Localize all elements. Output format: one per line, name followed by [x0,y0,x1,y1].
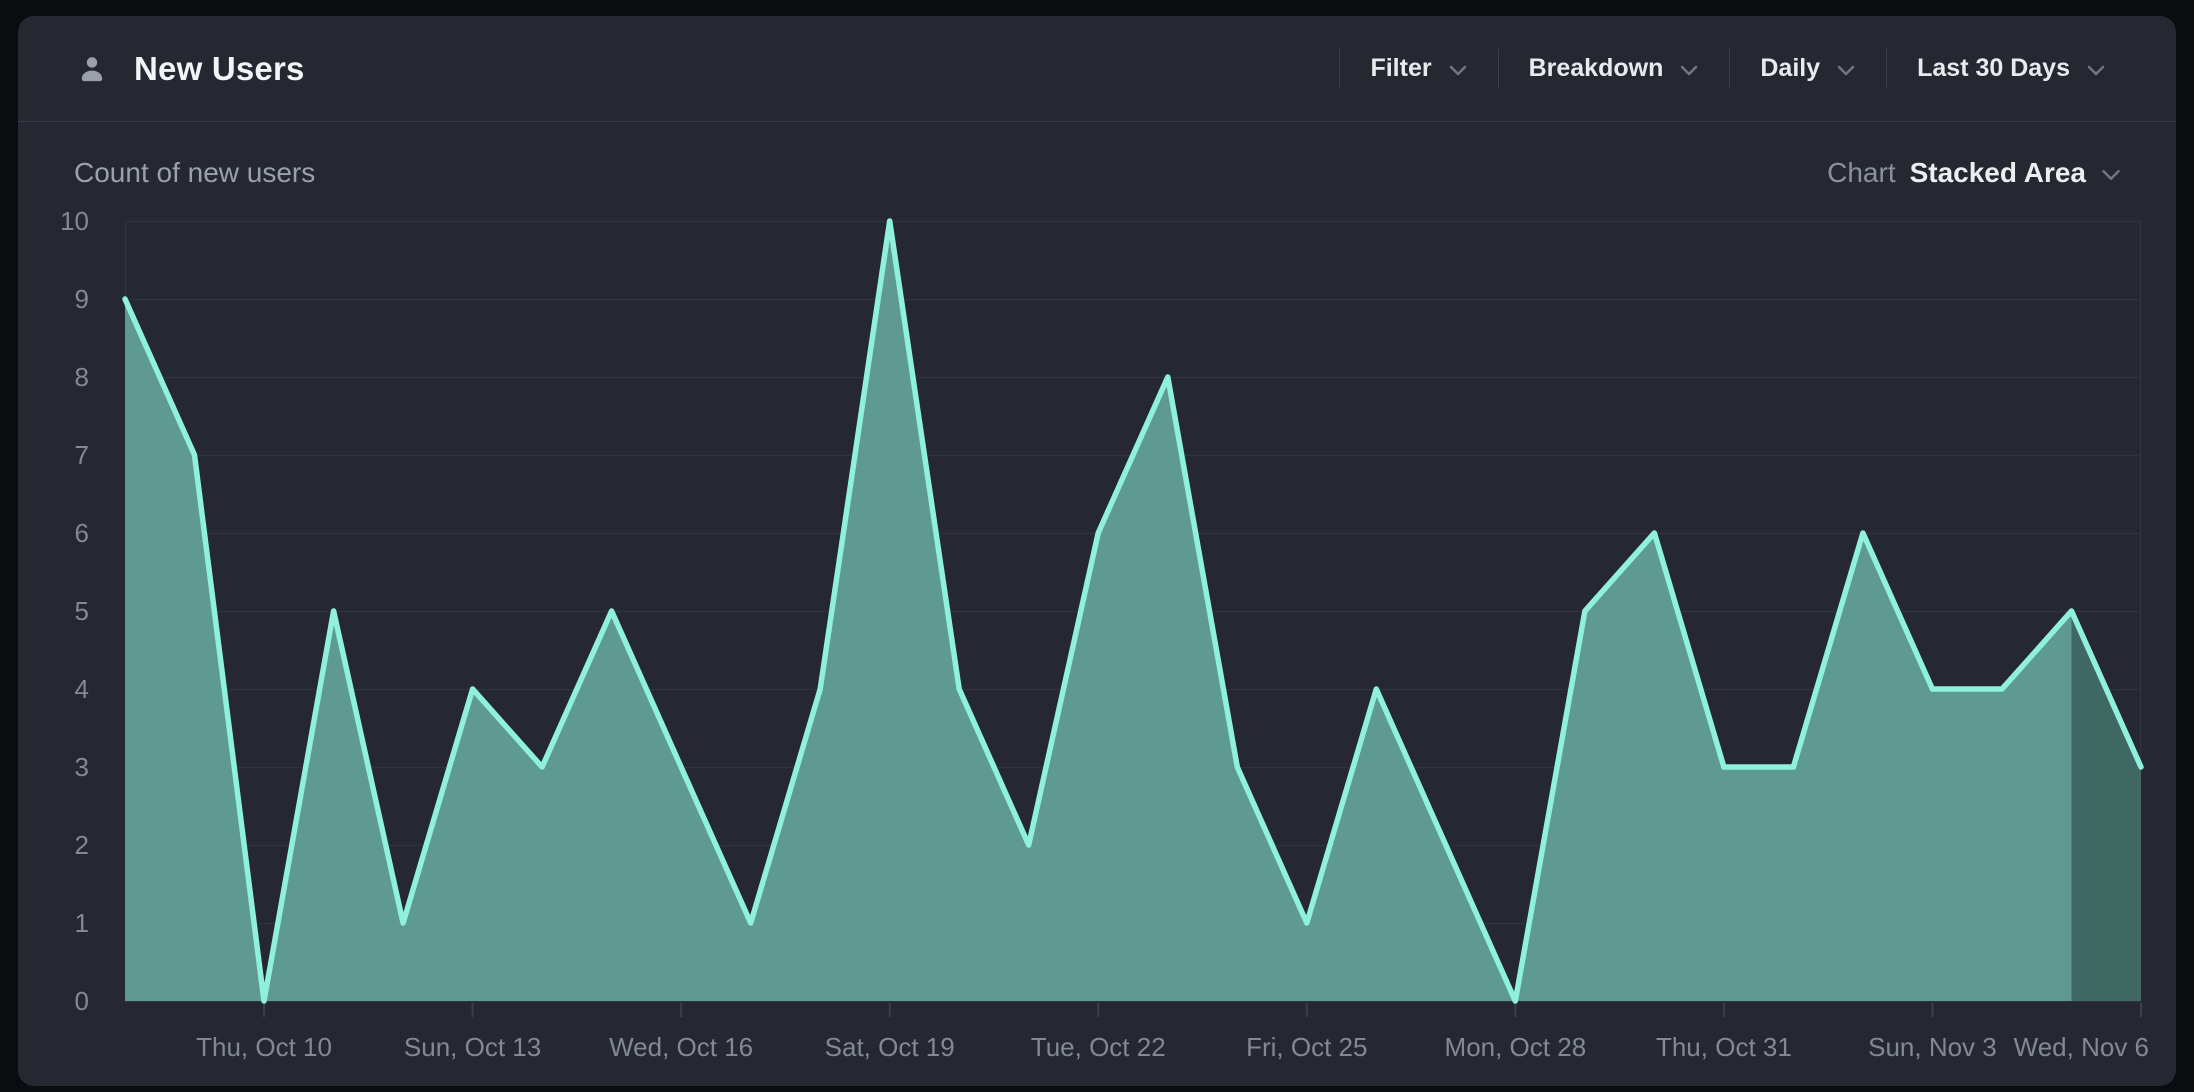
chevron-down-icon [1679,61,1699,77]
breakdown-button[interactable]: Breakdown [1499,54,1730,83]
date-range-button[interactable]: Last 30 Days [1887,54,2136,83]
chevron-down-icon [1448,61,1468,77]
granularity-label: Daily [1760,54,1820,83]
user-icon [74,51,110,87]
chevron-down-icon [2100,165,2122,182]
new-users-card: New Users Filter Breakdown Daily [18,16,2176,1086]
breakdown-label: Breakdown [1529,54,1664,83]
chevron-down-icon [1836,61,1856,77]
chart-type-value: Stacked Area [1910,157,2086,189]
date-range-label: Last 30 Days [1917,54,2070,83]
card-title: New Users [134,50,305,88]
card-header: New Users Filter Breakdown Daily [18,16,2176,122]
chart-select-label: Chart [1827,157,1895,189]
chart-toolbar: Count of new users Chart Stacked Area [18,138,2176,208]
card-title-group: New Users [74,50,305,88]
filter-button[interactable]: Filter [1340,54,1497,83]
metric-label: Count of new users [74,157,315,189]
chevron-down-icon [2086,61,2106,77]
chart-type-select[interactable]: Chart Stacked Area [1827,157,2122,189]
header-controls: Filter Breakdown Daily Las [1339,49,2136,89]
filter-label: Filter [1370,54,1431,83]
granularity-button[interactable]: Daily [1730,54,1886,83]
